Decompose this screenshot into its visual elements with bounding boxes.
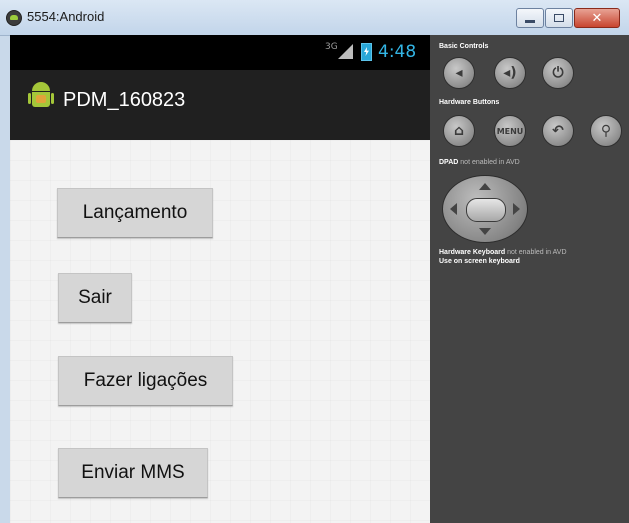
keyboard-note: Hardware Keyboard not enabled in AVD Use… — [439, 249, 567, 265]
search-icon[interactable]: ⚲ — [590, 115, 622, 147]
dpad-down-icon[interactable] — [479, 228, 491, 235]
power-icon[interactable]: ⏻ — [542, 57, 574, 89]
sair-button[interactable]: Sair — [58, 273, 132, 323]
dpad-center-button[interactable] — [466, 198, 506, 222]
signal-icon — [338, 44, 353, 59]
volume-down-icon[interactable]: ◂ — [443, 57, 475, 89]
device-screen: 3G 4:48 PDM_160823 Lançamento Sair Fazer… — [10, 35, 430, 523]
minimize-button[interactable] — [516, 8, 544, 28]
menu-button[interactable]: MENU — [494, 115, 526, 147]
battery-icon — [361, 43, 372, 61]
status-bar: 3G 4:48 — [10, 35, 430, 70]
basic-controls-label: Basic Controls — [439, 43, 489, 50]
close-button[interactable]: ✕ — [574, 8, 620, 28]
android-icon — [28, 82, 54, 112]
status-clock: 4:48 — [378, 42, 417, 62]
dpad-label: DPAD not enabled in AVD — [439, 159, 520, 166]
network-type: 3G — [325, 42, 338, 52]
maximize-button[interactable] — [545, 8, 573, 28]
window-titlebar[interactable]: 5554:Android ✕ — [0, 0, 629, 36]
back-icon[interactable]: ↶ — [542, 115, 574, 147]
app-title: PDM_160823 — [63, 89, 186, 111]
dpad-left-icon[interactable] — [450, 203, 457, 215]
dpad-right-icon[interactable] — [513, 203, 520, 215]
fazer-ligacoes-button[interactable]: Fazer ligações — [58, 356, 233, 406]
dpad-up-icon[interactable] — [479, 183, 491, 190]
dpad[interactable] — [442, 175, 528, 243]
emulator-app-icon — [6, 10, 22, 26]
volume-up-icon[interactable]: ◂) — [494, 57, 526, 89]
main-content: Lançamento Sair Fazer ligações Enviar MM… — [10, 140, 430, 523]
hardware-buttons-label: Hardware Buttons — [439, 99, 500, 106]
emulator-controls-panel: Basic Controls ◂ ◂) ⏻ Hardware Buttons ⌂… — [430, 35, 629, 523]
enviar-mms-button[interactable]: Enviar MMS — [58, 448, 208, 498]
window-title: 5554:Android — [27, 9, 105, 24]
home-icon[interactable]: ⌂ — [443, 115, 475, 147]
lancamento-button[interactable]: Lançamento — [57, 188, 213, 238]
